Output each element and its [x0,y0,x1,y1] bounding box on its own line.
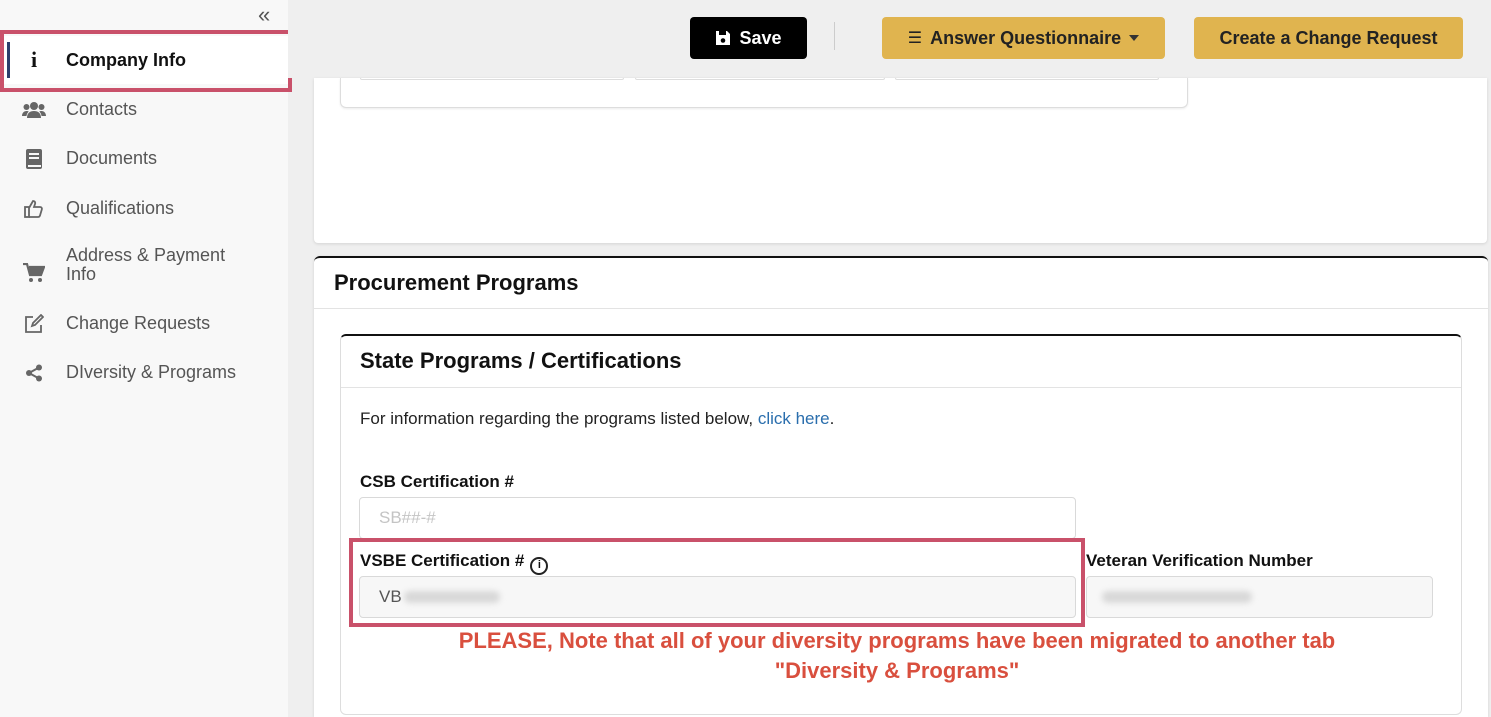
sidebar-item-contacts[interactable]: Contacts [0,90,288,130]
info-icon: i [30,47,38,72]
field-input[interactable] [635,78,885,80]
vsbe-certification-value: VB [379,587,402,606]
save-button-label: Save [739,27,782,48]
migration-notice-line2: "Diversity & Programs" [774,658,1020,683]
toolbar: Save ☰ Answer Questionnaire Create a Cha… [288,0,1491,78]
procurement-programs-title: Procurement Programs [334,270,579,295]
csb-certification-input[interactable] [359,497,1076,539]
programs-info-suffix: . [829,409,835,428]
field-input[interactable] [360,78,624,80]
divider [314,308,1488,309]
collapse-sidebar-icon[interactable]: « [258,4,270,26]
redacted-value [1102,591,1252,603]
migration-notice-line1: PLEASE, Note that all of your diversity … [458,628,1336,653]
state-programs-title: State Programs / Certifications [360,348,682,373]
veteran-verification-input[interactable] [1086,576,1433,618]
share-icon [22,362,46,384]
save-button[interactable]: Save [690,17,807,59]
state-programs-card: State Programs / Certifications For info… [340,334,1462,715]
vsbe-certification-label-text: VSBE Certification # [360,551,525,570]
floppy-disk-icon [716,31,731,45]
caret-down-icon [1129,35,1140,41]
sidebar-item-label: Documents [66,148,158,168]
veteran-verification-label: Veteran Verification Number [1086,551,1313,570]
answer-questionnaire-label: Answer Questionnaire [930,27,1122,48]
sidebar-item-qualifications[interactable]: Qualifications [0,189,288,229]
answer-questionnaire-button[interactable]: ☰ Answer Questionnaire [882,17,1165,59]
book-icon [22,148,46,170]
field-input[interactable] [895,78,1159,80]
csb-certification-label: CSB Certification # [360,472,514,491]
sidebar-item-label: Qualifications [66,198,175,218]
programs-info-text: For information regarding the programs l… [360,409,834,429]
sidebar-item-label: DIversity & Programs [66,362,237,382]
cart-icon [22,262,46,284]
edit-icon [22,313,46,335]
sidebar-item-label: Change Requests [66,313,211,333]
vsbe-certification-label: VSBE Certification # i [360,551,549,575]
create-change-request-label: Create a Change Request [1219,27,1438,48]
migration-notice: PLEASE, Note that all of your diversity … [341,626,1453,686]
thumbs-up-icon [22,198,46,220]
sidebar-item-documents[interactable]: Documents [0,139,288,179]
redacted-value [403,591,500,603]
sidebar-item-label: Address & Payment Info [66,245,226,284]
sidebar-item-company-info[interactable]: i Company Info [0,36,288,84]
company-info-subcard [340,78,1188,108]
divider [341,387,1461,388]
sidebar-item-change-requests[interactable]: Change Requests [0,304,288,344]
sidebar-item-label: Company Info [66,50,186,70]
sidebar-item-address-payment[interactable]: Address & Payment Info [0,244,288,298]
click-here-link[interactable]: click here [758,409,830,428]
programs-info-prefix: For information regarding the programs l… [360,409,758,428]
vsbe-certification-input[interactable]: VB [359,576,1076,618]
info-circle-icon[interactable]: i [530,556,549,575]
create-change-request-button[interactable]: Create a Change Request [1194,17,1463,59]
sidebar: « i Company Info Contacts Documents Qual… [0,0,288,717]
users-icon [22,99,46,121]
menu-icon: ☰ [907,30,923,47]
toolbar-divider [834,22,835,50]
sidebar-item-diversity-programs[interactable]: DIversity & Programs [0,353,288,393]
sidebar-item-label: Contacts [66,99,138,119]
company-info-card [314,78,1487,243]
